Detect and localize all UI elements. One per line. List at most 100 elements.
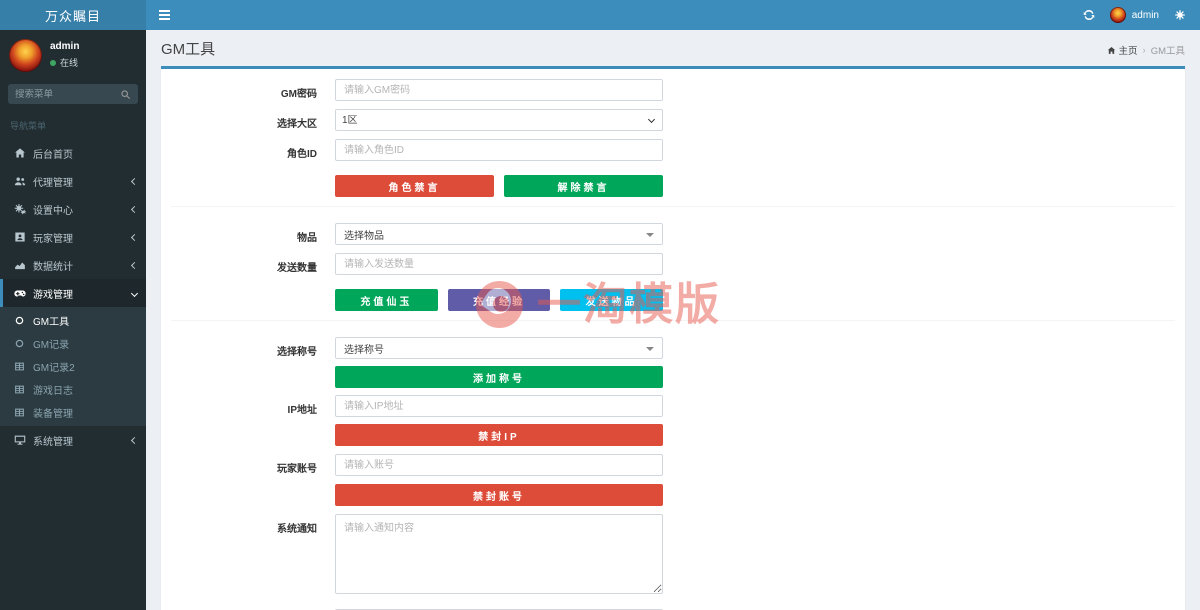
title-select[interactable]: 选择称号 [335, 337, 663, 359]
add-title-button[interactable]: 添加称号 [335, 366, 663, 388]
section-divider [171, 206, 1175, 207]
gm-tools-panel: GM密码 选择大区 1区 角色ID 角色禁言 解除禁言 物品 [161, 66, 1185, 610]
title-row: 选择称号 选择称号 [171, 337, 1175, 359]
player-card-icon [13, 231, 26, 243]
sidebar: admin 在线 导航菜单 后台首页 代理管理 设置中心 [0, 30, 146, 610]
breadcrumb: 主页 › GM工具 [1107, 43, 1185, 59]
sidebar-item-dashboard[interactable]: 后台首页 [0, 139, 146, 167]
breadcrumb-home-label: 主页 [1118, 46, 1138, 57]
sidebar-item-equipment[interactable]: 装备管理 [0, 401, 146, 424]
zone-select[interactable]: 1区 [335, 109, 663, 131]
unmute-role-button[interactable]: 解除禁言 [504, 175, 663, 197]
breadcrumb-home-link[interactable]: 主页 [1107, 43, 1138, 57]
table-icon [13, 361, 26, 372]
gm-password-label: GM密码 [280, 89, 317, 100]
search-icon[interactable] [120, 89, 131, 100]
chevron-down-icon [130, 289, 139, 297]
brand-logo[interactable]: 万众瞩目 [0, 0, 146, 30]
recharge-exp-button[interactable]: 充值经验 [447, 289, 551, 311]
chevron-left-icon [130, 177, 139, 185]
ban-account-button[interactable]: 禁封账号 [335, 484, 663, 506]
home-icon [13, 147, 26, 159]
send-item-button[interactable]: 发送物品 [560, 289, 664, 311]
refresh-icon[interactable] [1083, 9, 1095, 21]
desktop-icon [13, 434, 26, 446]
ip-input[interactable] [335, 395, 663, 417]
account-label: 玩家账号 [277, 464, 317, 475]
chart-icon [13, 259, 26, 271]
sidebar-item-label: GM工具 [33, 317, 70, 328]
chevron-left-icon [130, 261, 139, 269]
send-count-input[interactable] [335, 253, 663, 275]
circle-icon [13, 338, 26, 349]
gm-password-input[interactable] [335, 79, 663, 101]
users-icon [13, 175, 26, 187]
role-id-input[interactable] [335, 139, 663, 161]
sidebar-item-game-logs[interactable]: 游戏日志 [0, 378, 146, 401]
role-id-row: 角色ID [171, 139, 1175, 161]
item-select[interactable]: 选择物品 [335, 223, 663, 245]
role-id-label: 角色ID [287, 149, 317, 160]
sidebar-search [8, 84, 138, 104]
sidebar-item-label: GM记录 [33, 340, 70, 351]
ban-ip-button[interactable]: 禁封IP [335, 424, 663, 446]
sidebar-item-statistics[interactable]: 数据统计 [0, 251, 146, 279]
sidebar-item-settings[interactable]: 设置中心 [0, 195, 146, 223]
table-icon [13, 407, 26, 418]
sidebar-item-label: 代理管理 [33, 177, 73, 189]
content-header: GM工具 主页 › GM工具 [146, 30, 1200, 66]
gm-password-row: GM密码 [171, 79, 1175, 101]
add-title-row: 添加称号 [171, 366, 1175, 388]
sidebar-user-panel: admin 在线 [0, 30, 146, 80]
mute-buttons-row: 角色禁言 解除禁言 [171, 169, 1175, 197]
sidebar-toggle-button[interactable] [146, 0, 183, 30]
chevron-left-icon [130, 436, 139, 444]
item-label: 物品 [297, 233, 317, 244]
sidebar-item-agents[interactable]: 代理管理 [0, 167, 146, 195]
notice-label: 系统通知 [277, 524, 317, 535]
sidebar-item-system[interactable]: 系统管理 [0, 426, 146, 454]
sidebar-item-label: 游戏管理 [33, 289, 73, 301]
gears-icon [13, 203, 26, 215]
chevron-left-icon [130, 233, 139, 241]
user-name: admin [1131, 9, 1159, 21]
sidebar-item-players[interactable]: 玩家管理 [0, 223, 146, 251]
user-avatar-large [9, 39, 42, 72]
sidebar-item-game-management[interactable]: 游戏管理 [0, 279, 146, 307]
account-input[interactable] [335, 454, 663, 476]
item-row: 物品 选择物品 [171, 223, 1175, 245]
zone-label: 选择大区 [277, 119, 317, 130]
recharge-buttons-row: 充值仙玉 充值经验 发送物品 [171, 283, 1175, 311]
sidebar-item-label: 玩家管理 [33, 233, 73, 245]
menu-search-input[interactable] [15, 88, 120, 100]
breadcrumb-current: GM工具 [1150, 46, 1185, 57]
online-status-dot [50, 59, 56, 66]
table-icon [13, 384, 26, 395]
mute-role-button[interactable]: 角色禁言 [335, 175, 494, 197]
sidebar-item-label: 装备管理 [33, 409, 73, 420]
sidebar-item-label: GM记录2 [33, 363, 75, 374]
dropdown-arrow-icon [646, 233, 654, 237]
settings-gear-icon[interactable] [1174, 9, 1186, 21]
top-bar: 万众瞩目 admin [0, 0, 1200, 30]
dropdown-arrow-icon [646, 347, 654, 351]
notice-textarea[interactable] [335, 514, 663, 594]
user-menu[interactable]: admin [1109, 7, 1159, 23]
send-count-label: 发送数量 [277, 263, 317, 274]
account-row: 玩家账号 [171, 454, 1175, 476]
online-status-label: 在线 [60, 58, 79, 68]
sidebar-item-label: 数据统计 [33, 261, 73, 273]
sidebar-item-gm-records[interactable]: GM记录 [0, 332, 146, 355]
sidebar-item-label: 设置中心 [33, 205, 73, 217]
recharge-jade-button[interactable]: 充值仙玉 [335, 289, 438, 311]
nav-header-label: 导航菜单 [10, 121, 47, 131]
sidebar-item-label: 系统管理 [33, 436, 73, 448]
item-select-value: 选择物品 [344, 230, 384, 242]
zone-row: 选择大区 1区 [171, 109, 1175, 131]
sidebar-item-gm-tools[interactable]: GM工具 [0, 309, 146, 332]
notice-row: 系统通知 [171, 514, 1175, 597]
breadcrumb-separator: › [1142, 44, 1146, 56]
sidebar-item-gm-records2[interactable]: GM记录2 [0, 355, 146, 378]
circle-icon [13, 315, 26, 326]
user-avatar [1109, 7, 1126, 23]
